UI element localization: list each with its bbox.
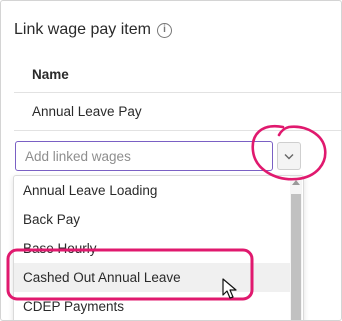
- linked-wages-input-wrapper: [15, 141, 273, 171]
- panel-title: Link wage pay item: [14, 21, 151, 38]
- dropdown-option-hovered[interactable]: Cashed Out Annual Leave: [14, 263, 290, 292]
- table-header: Name: [14, 56, 341, 93]
- link-wage-pay-item-panel: Link wage pay item i Name Annual Leave P…: [0, 0, 342, 321]
- dropdown-option[interactable]: Back Pay: [14, 205, 290, 234]
- chevron-down-icon: [284, 153, 294, 159]
- dropdown-option[interactable]: Base Hourly: [14, 234, 290, 263]
- linked-wages-dropdown: Annual Leave Loading Back Pay Base Hourl…: [13, 175, 304, 320]
- linked-wages-input[interactable]: [16, 142, 265, 170]
- dropdown-scrollbar-thumb[interactable]: [291, 194, 301, 320]
- scroll-up-arrow-icon[interactable]: [292, 180, 300, 185]
- dropdown-option[interactable]: Annual Leave Loading: [14, 176, 290, 205]
- dropdown-toggle-button[interactable]: [277, 142, 301, 170]
- column-header-name: Name: [32, 67, 69, 82]
- panel-heading: Link wage pay item i: [14, 19, 172, 41]
- info-icon[interactable]: i: [156, 22, 172, 38]
- dropdown-option[interactable]: CDEP Payments: [14, 292, 290, 320]
- table-row: Annual Leave Pay: [14, 93, 341, 131]
- table-cell-name: Annual Leave Pay: [32, 104, 142, 119]
